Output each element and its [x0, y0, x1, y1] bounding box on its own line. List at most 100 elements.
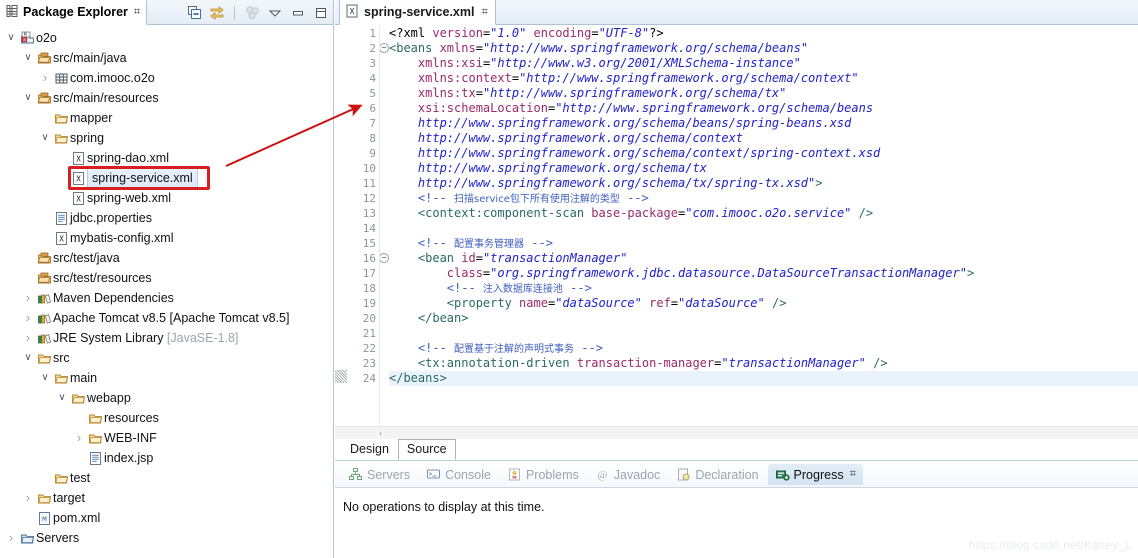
- tree-item-test[interactable]: test: [0, 468, 333, 488]
- tree-item-main[interactable]: ∨ main: [0, 368, 333, 388]
- tree-item-spring-web-xml[interactable]: Xspring-web.xml: [0, 188, 333, 208]
- code-token-plain: =: [475, 86, 483, 100]
- chevron-right-icon[interactable]: ›: [72, 428, 86, 448]
- tree-item-mybatis-config-xml[interactable]: Xmybatis-config.xml: [0, 228, 333, 248]
- editor-tab-label: spring-service.xml: [364, 5, 475, 19]
- tree-item-jdbc-properties[interactable]: jdbc.properties: [0, 208, 333, 228]
- code-line[interactable]: <?xml version="1.0" encoding="UTF-8"?>: [389, 26, 1138, 41]
- close-icon[interactable]: ⌗: [848, 469, 856, 480]
- editor-horizontal-scrollbar[interactable]: ‹: [335, 426, 1138, 439]
- code-line[interactable]: class="org.springframework.jdbc.datasour…: [389, 266, 1138, 281]
- tree-item-label: src: [53, 351, 70, 365]
- code-line[interactable]: <tx:annotation-driven transaction-manage…: [389, 356, 1138, 371]
- chevron-down-icon[interactable]: ∨: [38, 368, 52, 388]
- code-line[interactable]: xmlns:tx="http://www.springframework.org…: [389, 86, 1138, 101]
- code-line[interactable]: http://www.springframework.org/schema/be…: [389, 116, 1138, 131]
- minimize-icon[interactable]: [290, 5, 306, 21]
- code-line[interactable]: xmlns:xsi="http://www.w3.org/2001/XMLSch…: [389, 56, 1138, 71]
- tree-item-src-test-resources[interactable]: src/test/resources: [0, 268, 333, 288]
- tree-item-src[interactable]: ∨ src: [0, 348, 333, 368]
- chevron-down-icon[interactable]: ∨: [21, 348, 35, 368]
- tree-item-apache-tomcat-v8-5-apache-tomcat-v8-5[interactable]: › Apache Tomcat v8.5 [Apache Tomcat v8.5]: [0, 308, 333, 328]
- tree-item-src-main-java[interactable]: ∨ src/main/java: [0, 48, 333, 68]
- bottom-tab-javadoc[interactable]: @ Javadoc: [588, 464, 668, 485]
- editor-mode-tab-source[interactable]: Source: [397, 439, 456, 460]
- code-line[interactable]: <bean id="transactionManager": [389, 251, 1138, 266]
- code-line[interactable]: [389, 221, 1138, 236]
- chevron-down-icon[interactable]: ∨: [55, 388, 69, 408]
- tree-item-spring-dao-xml[interactable]: Xspring-dao.xml: [0, 148, 333, 168]
- scroll-left-icon[interactable]: ‹: [379, 429, 382, 438]
- tab-spring-service-xml[interactable]: X spring-service.xml ⌗: [339, 0, 496, 25]
- chevron-right-icon[interactable]: ›: [21, 328, 35, 348]
- editor-mode-tab-design[interactable]: Design: [341, 439, 398, 460]
- tree-item-resources[interactable]: resources: [0, 408, 333, 428]
- code-line[interactable]: http://www.springframework.org/schema/co…: [389, 131, 1138, 146]
- view-menu-icon[interactable]: [267, 5, 283, 21]
- code-line[interactable]: <!-- 配置基于注解的声明式事务 -->: [389, 341, 1138, 356]
- close-icon[interactable]: ⌗: [479, 6, 487, 18]
- close-icon[interactable]: ⌗: [132, 6, 140, 18]
- bottom-tab-label: Progress: [793, 467, 844, 482]
- chevron-down-icon[interactable]: ∨: [38, 128, 52, 148]
- tree-item-maven-dependencies[interactable]: › Maven Dependencies: [0, 288, 333, 308]
- code-line[interactable]: </bean>: [389, 311, 1138, 326]
- code-line[interactable]: <property name="dataSource" ref="dataSou…: [389, 296, 1138, 311]
- code-token-val: "dataSource": [555, 296, 642, 310]
- code-line[interactable]: [389, 326, 1138, 341]
- tree-item-target[interactable]: › target: [0, 488, 333, 508]
- source-editor[interactable]: 1 2−3 4 5 6 7 8 9 10 11 12 13 14 15 16−17 18 19 20 21 22 23 2…: [335, 26, 1138, 426]
- code-line[interactable]: <context:component-scan base-package="co…: [389, 206, 1138, 221]
- code-line[interactable]: <!-- 配置事务管理器 -->: [389, 236, 1138, 251]
- tab-package-explorer[interactable]: Package Explorer ⌗: [0, 0, 148, 25]
- code-line[interactable]: </beans>: [389, 371, 1138, 386]
- code-content[interactable]: <?xml version="1.0" encoding="UTF-8"?> <b…: [389, 26, 1138, 426]
- code-line[interactable]: <!-- 注入数据库连接池 -->: [389, 281, 1138, 296]
- code-token-val: http://www.springframework.org/schema/tx: [417, 161, 707, 175]
- fold-toggle-icon[interactable]: −: [379, 43, 389, 53]
- tree-item-index-jsp[interactable]: index.jsp: [0, 448, 333, 468]
- chevron-right-icon[interactable]: ›: [21, 308, 35, 328]
- fold-toggle-icon[interactable]: −: [379, 253, 389, 263]
- bottom-tab-servers[interactable]: Servers: [341, 464, 417, 485]
- chevron-right-icon[interactable]: ›: [38, 68, 52, 88]
- code-line[interactable]: <!-- 扫描service包下所有使用注解的类型 -->: [389, 191, 1138, 206]
- code-token-attr: xmlns: [439, 41, 476, 55]
- tree-item-webapp[interactable]: ∨ webapp: [0, 388, 333, 408]
- focus-on-active-task-icon[interactable]: [244, 5, 260, 21]
- chevron-down-icon[interactable]: ∨: [21, 48, 35, 68]
- tree-item-mapper[interactable]: mapper: [0, 108, 333, 128]
- tree-item-pom-xml[interactable]: Mpom.xml: [0, 508, 333, 528]
- tree-item-spring[interactable]: ∨ spring: [0, 128, 333, 148]
- maximize-icon[interactable]: [313, 5, 329, 21]
- code-line[interactable]: http://www.springframework.org/schema/co…: [389, 146, 1138, 161]
- servers-icon: [348, 467, 363, 482]
- code-line[interactable]: http://www.springframework.org/schema/tx…: [389, 176, 1138, 191]
- link-with-editor-icon[interactable]: [209, 5, 225, 21]
- tree-item-o2o[interactable]: ∨ Mx o2o: [0, 28, 333, 48]
- bottom-tab-problems[interactable]: Problems: [500, 464, 586, 485]
- chevron-right-icon[interactable]: ›: [4, 528, 18, 548]
- tree-item-com-imooc-o2o[interactable]: › com.imooc.o2o: [0, 68, 333, 88]
- tree-item-label: com.imooc.o2o: [70, 71, 155, 85]
- chevron-right-icon[interactable]: ›: [21, 488, 35, 508]
- tree-item-src-test-java[interactable]: src/test/java: [0, 248, 333, 268]
- code-line[interactable]: xsi:schemaLocation="http://www.springfra…: [389, 101, 1138, 116]
- code-token-val: "http://www.springframework.org/schema/b…: [482, 41, 809, 55]
- tree-item-servers[interactable]: › Servers: [0, 528, 333, 548]
- code-line[interactable]: xmlns:context="http://www.springframewor…: [389, 71, 1138, 86]
- chevron-down-icon[interactable]: ∨: [4, 28, 18, 48]
- code-line[interactable]: <beans xmlns="http://www.springframework…: [389, 41, 1138, 56]
- bottom-tab-console[interactable]: Console: [419, 464, 498, 485]
- code-line[interactable]: http://www.springframework.org/schema/tx: [389, 161, 1138, 176]
- project-tree[interactable]: ∨ Mx o2o ∨ src/main/java › com.imooc.o2o ∨ src/m…: [0, 26, 333, 558]
- tree-item-src-main-resources[interactable]: ∨ src/main/resources: [0, 88, 333, 108]
- bottom-tab-progress[interactable]: Progress ⌗: [767, 464, 863, 485]
- tree-item-spring-service-xml[interactable]: Xspring-service.xml: [0, 167, 333, 189]
- tree-item-web-inf[interactable]: › WEB-INF: [0, 428, 333, 448]
- chevron-down-icon[interactable]: ∨: [21, 88, 35, 108]
- collapse-all-icon[interactable]: [186, 5, 202, 21]
- tree-item-jre-system-library[interactable]: › JRE System Library [JavaSE-1.8]: [0, 328, 333, 348]
- bottom-tab-declaration[interactable]: Declaration: [669, 464, 765, 485]
- chevron-right-icon[interactable]: ›: [21, 288, 35, 308]
